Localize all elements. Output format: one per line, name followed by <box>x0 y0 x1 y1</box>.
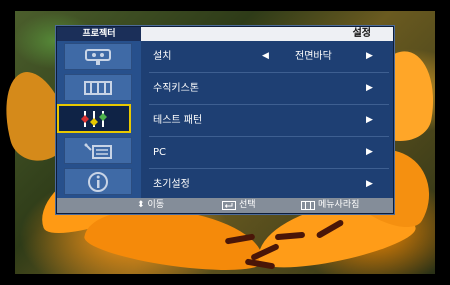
menu-item-label: 초기설정 <box>153 179 190 190</box>
move-hint: ⬍ 이동 <box>137 198 164 213</box>
settings-menu-list: 설치 ◀ 전면바닥 ▶ 수직키스톤 ▶ 테스트 패턴 ▶ PC ▶ 초기설정 ▶ <box>141 41 393 198</box>
right-arrow-icon[interactable]: ▶ <box>366 137 373 168</box>
image-settings-icon[interactable] <box>64 43 132 70</box>
menu-key-icon <box>301 201 315 210</box>
left-arrow-icon[interactable]: ◀ <box>262 41 269 72</box>
menu-item-label: 수직키스톤 <box>153 83 199 94</box>
menu-tab-label: 프로젝터 <box>57 27 141 41</box>
menu-exit-hint-label: 메뉴사라짐 <box>318 200 360 210</box>
up-down-arrow-icon: ⬍ <box>137 200 145 210</box>
move-hint-label: 이동 <box>147 200 165 210</box>
projector-osd-menu: 프로젝터 설정 설치 ◀ 전면바닥 ▶ 수직키스톤 ▶ 테스트 패턴 ▶ PC … <box>56 26 394 214</box>
select-hint: 선택 <box>222 198 256 213</box>
right-arrow-icon[interactable]: ▶ <box>366 105 373 136</box>
menu-item-test-pattern[interactable]: 테스트 패턴 ▶ <box>141 105 393 136</box>
right-arrow-icon[interactable]: ▶ <box>366 41 373 72</box>
menu-item-label: 설치 <box>153 51 172 62</box>
menu-item-pc[interactable]: PC ▶ <box>141 137 393 168</box>
menu-item-reset[interactable]: 초기설정 ▶ <box>141 169 393 200</box>
advanced-tools-icon[interactable] <box>64 137 132 164</box>
setup-sliders-icon[interactable] <box>57 104 131 133</box>
footer-hint-bar: ⬍ 이동 선택 메뉴사라짐 <box>57 198 393 213</box>
menu-item-value: 전면바닥 <box>295 51 332 62</box>
menu-item-vertical-keystone[interactable]: 수직키스톤 ▶ <box>141 73 393 104</box>
menu-item-label: PC <box>153 147 167 158</box>
menu-title-bar: 프로젝터 설정 <box>57 27 393 41</box>
right-arrow-icon[interactable]: ▶ <box>366 73 373 104</box>
select-hint-label: 선택 <box>239 200 256 210</box>
menu-item-label: 테스트 패턴 <box>153 115 203 126</box>
screen-settings-icon[interactable] <box>64 74 132 101</box>
icon-sidebar <box>57 41 141 198</box>
page-title: 설정 <box>352 28 371 39</box>
menu-exit-hint: 메뉴사라짐 <box>301 198 359 213</box>
menu-item-installation[interactable]: 설치 ◀ 전면바닥 ▶ <box>141 41 393 72</box>
right-arrow-icon[interactable]: ▶ <box>366 169 373 200</box>
information-icon[interactable] <box>64 168 132 195</box>
enter-key-icon <box>222 201 236 210</box>
